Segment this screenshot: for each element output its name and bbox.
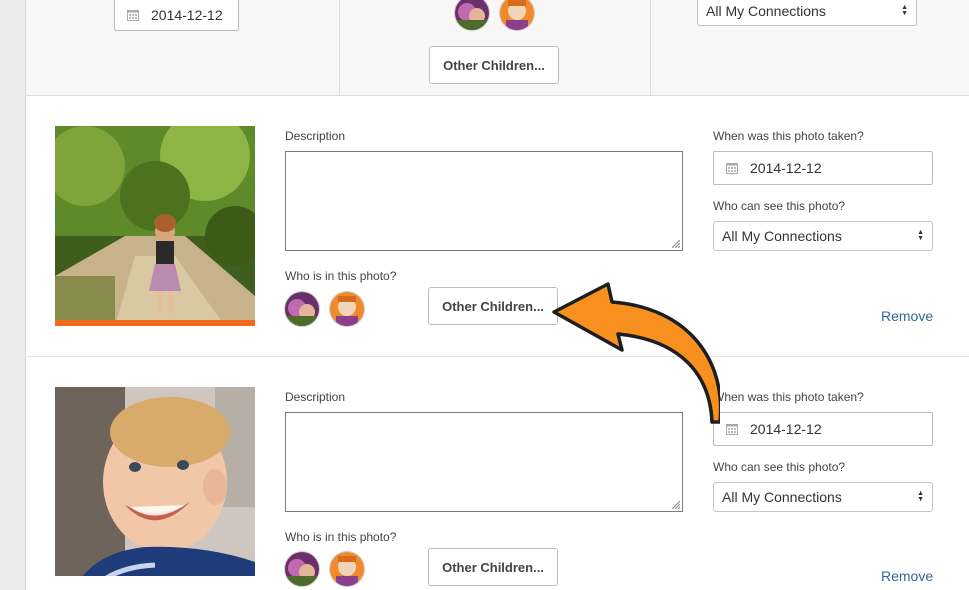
column-divider <box>650 0 651 95</box>
date-value: 2014-12-12 <box>151 6 223 23</box>
child-avatar-1[interactable] <box>285 552 319 586</box>
visibility-label: Who can see this photo? <box>713 460 846 474</box>
row-divider <box>25 356 969 357</box>
resize-grip-icon[interactable] <box>672 240 680 248</box>
child-avatar-purple-icon <box>285 292 319 326</box>
callout-arrow-icon <box>552 282 720 424</box>
date-field[interactable]: 2014-12-12 <box>114 0 239 31</box>
child-avatar-2[interactable] <box>330 552 364 586</box>
photo-selected-bar <box>55 320 255 326</box>
description-label: Description <box>285 390 346 404</box>
date-field[interactable]: 2014-12-12 <box>713 151 933 185</box>
remove-link[interactable]: Remove <box>881 308 933 324</box>
date-value: 2014-12-12 <box>750 160 822 176</box>
child-avatar-orange-icon <box>330 292 364 326</box>
smiling-baby-photo-icon <box>55 387 255 576</box>
visibility-select[interactable]: All My Connections ▲ ▼ <box>713 482 933 512</box>
calendar-icon <box>726 424 738 435</box>
photo-thumbnail <box>55 387 255 576</box>
photo-thumbnail <box>55 126 255 326</box>
description-label: Description <box>285 129 346 143</box>
column-divider <box>339 0 340 95</box>
visibility-label: Who can see this photo? <box>713 199 846 213</box>
other-children-button[interactable]: Other Children... <box>429 46 559 84</box>
date-value: 2014-12-12 <box>750 421 822 437</box>
resize-grip-icon[interactable] <box>672 501 680 509</box>
child-avatar-1[interactable] <box>285 292 319 326</box>
child-avatar-purple-icon <box>285 552 319 586</box>
who-label: Who is in this photo? <box>285 530 397 544</box>
who-label: Who is in this photo? <box>285 269 397 283</box>
remove-link[interactable]: Remove <box>881 568 933 584</box>
child-avatar-2[interactable] <box>330 292 364 326</box>
child-avatar-orange-icon <box>330 552 364 586</box>
other-children-button[interactable]: Other Children... <box>428 287 558 325</box>
other-children-button[interactable]: Other Children... <box>428 548 558 586</box>
visibility-select[interactable]: All My Connections ▲ ▼ <box>697 0 917 26</box>
visibility-value: All My Connections <box>706 3 826 19</box>
description-textarea[interactable] <box>285 151 683 251</box>
calendar-icon <box>127 9 139 21</box>
visibility-select[interactable]: All My Connections ▲ ▼ <box>713 221 933 251</box>
visibility-value: All My Connections <box>722 489 842 505</box>
date-label: When was this photo taken? <box>713 129 864 143</box>
select-arrows-icon: ▲ ▼ <box>901 4 908 17</box>
visibility-value: All My Connections <box>722 228 842 244</box>
date-field[interactable]: 2014-12-12 <box>713 412 933 446</box>
calendar-icon <box>726 163 738 174</box>
select-arrows-icon: ▲ ▼ <box>917 229 924 242</box>
date-label: When was this photo taken? <box>713 390 864 404</box>
girl-on-forest-path-photo-icon <box>55 126 255 326</box>
select-arrows-icon: ▲ ▼ <box>917 490 924 503</box>
